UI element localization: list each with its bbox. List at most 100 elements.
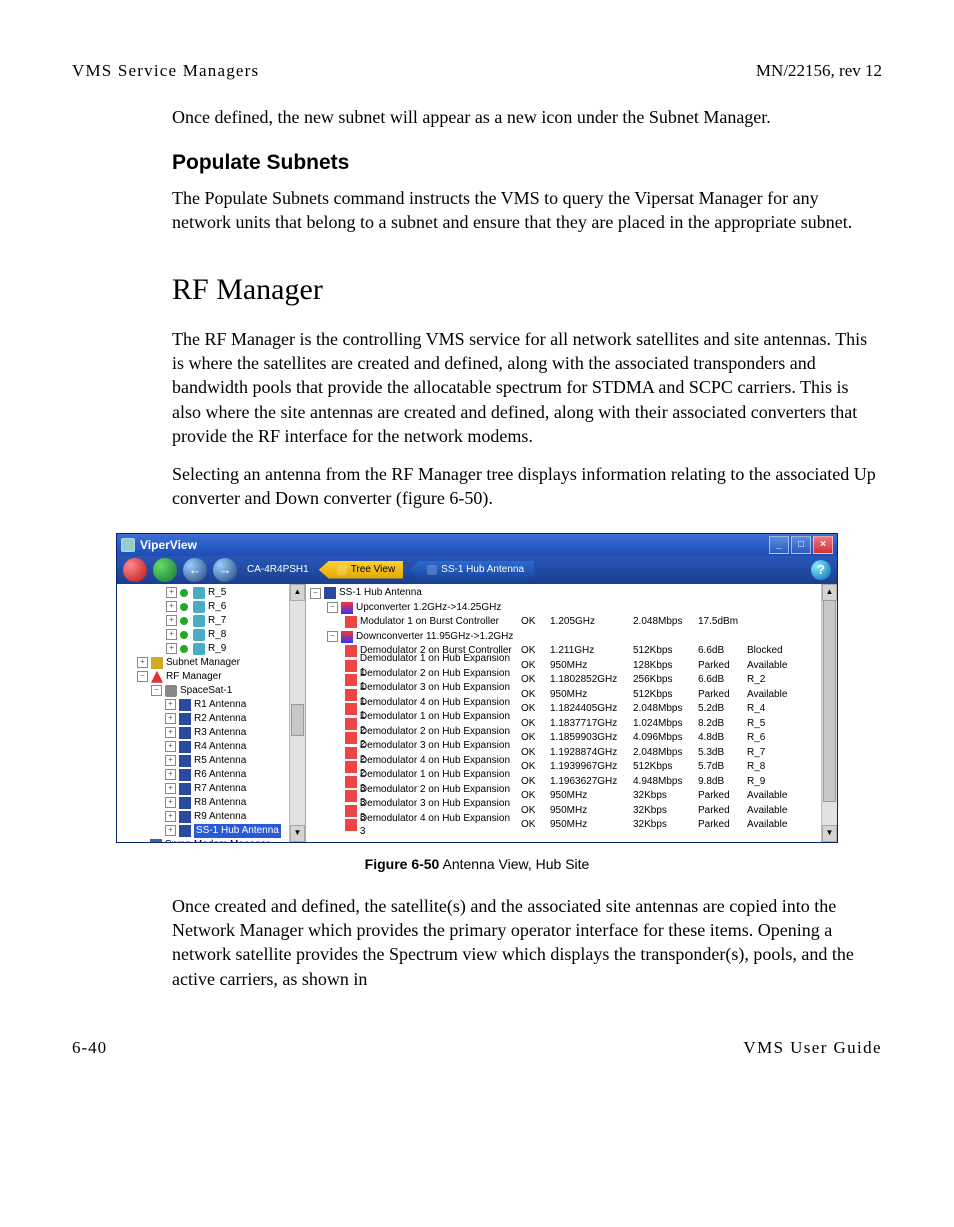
list-item-rate: 32Kbps xyxy=(633,789,695,803)
page-header: VMS Service Managers MN/22156, rev 12 xyxy=(72,60,882,83)
tree-label: R9 Antenna xyxy=(194,810,246,824)
tree-icon xyxy=(337,565,347,575)
toolbar-button-1[interactable] xyxy=(123,558,147,582)
expand-icon[interactable]: + xyxy=(165,825,176,836)
toolbar: ← → CA-4R4PSH1 Tree View SS-1 Hub Antenn… xyxy=(117,556,837,584)
collapse-icon[interactable]: − xyxy=(327,631,338,642)
tree-node-r7[interactable]: +R_7 xyxy=(119,614,305,628)
tree-node-r5-antenna[interactable]: +R5 Antenna xyxy=(119,754,305,768)
expand-icon[interactable]: + xyxy=(165,713,176,724)
expand-icon[interactable]: + xyxy=(166,587,177,598)
scroll-thumb[interactable] xyxy=(823,600,836,802)
list-item-status: OK xyxy=(521,688,547,702)
list-upconverter[interactable]: − Upconverter 1.2GHz->14.25GHz xyxy=(310,600,837,615)
expand-icon[interactable]: + xyxy=(165,769,176,780)
minimize-button[interactable]: _ xyxy=(769,536,789,554)
expand-icon[interactable]: + xyxy=(165,727,176,738)
collapse-icon[interactable]: − xyxy=(310,588,321,599)
status-dot-icon xyxy=(180,589,188,597)
antenna-icon xyxy=(179,811,191,823)
tree-node-r8[interactable]: +R_8 xyxy=(119,628,305,642)
antenna-icon xyxy=(179,769,191,781)
expand-icon[interactable]: + xyxy=(166,643,177,654)
back-button[interactable]: ← xyxy=(183,558,207,582)
list-item-rate: 512Kbps xyxy=(633,760,695,774)
scroll-thumb[interactable] xyxy=(291,704,304,736)
antenna-icon xyxy=(179,825,191,837)
scroll-up-icon[interactable]: ▲ xyxy=(290,584,305,601)
tree-node-subnet-manager[interactable]: + Subnet Manager xyxy=(119,656,305,670)
list-pane: − SS-1 Hub Antenna − Upconverter 1.2GHz-… xyxy=(306,584,837,842)
tree-node-r9[interactable]: +R_9 xyxy=(119,642,305,656)
list-scrollbar[interactable]: ▲ ▼ xyxy=(821,584,837,842)
tree-label: Subnet Manager xyxy=(166,656,240,670)
expand-icon[interactable]: + xyxy=(165,811,176,822)
breadcrumb-root[interactable]: CA-4R4PSH1 xyxy=(243,563,313,577)
tree-label: Snmp Modem Manager xyxy=(165,838,270,842)
list-item-status: OK xyxy=(521,760,547,774)
viperview-window: ViperView _ □ × ← → CA-4R4PSH1 Tree View… xyxy=(116,533,838,843)
list-item-status: OK xyxy=(521,775,547,789)
list-item-status: OK xyxy=(521,746,547,760)
antenna-icon xyxy=(179,727,191,739)
tree-label: RF Manager xyxy=(166,670,222,684)
list-item-rate: 1.024Mbps xyxy=(633,717,695,731)
breadcrumb-treeview[interactable]: Tree View xyxy=(319,561,403,579)
list-item-freq: 1.1939967GHz xyxy=(550,760,630,774)
tree-scrollbar[interactable]: ▲ ▼ xyxy=(289,584,305,842)
list-item-freq: 950MHz xyxy=(550,688,630,702)
breadcrumb-leaf[interactable]: SS-1 Hub Antenna xyxy=(409,561,534,579)
list-root[interactable]: − SS-1 Hub Antenna xyxy=(310,586,837,601)
list-item-db: 5.2dB xyxy=(698,702,744,716)
expand-icon[interactable]: + xyxy=(165,741,176,752)
collapse-icon[interactable]: − xyxy=(137,671,148,682)
scroll-down-icon[interactable]: ▼ xyxy=(290,825,305,842)
tree-node-spacesat-1[interactable]: −SpaceSat-1 xyxy=(119,684,305,698)
expand-icon[interactable]: + xyxy=(166,615,177,626)
rf-icon xyxy=(151,671,163,683)
window-titlebar[interactable]: ViperView _ □ × xyxy=(117,534,837,556)
list-downconverter[interactable]: − Downconverter 11.95GHz->1.2GHz xyxy=(310,629,837,644)
help-button[interactable]: ? xyxy=(811,560,831,580)
list-item-db: Parked xyxy=(698,804,744,818)
status-dot-icon xyxy=(180,617,188,625)
status-dot-icon xyxy=(180,631,188,639)
expand-icon[interactable]: + xyxy=(165,783,176,794)
forward-button[interactable]: → xyxy=(213,558,237,582)
figure-caption: Figure 6-50 Antenna View, Hub Site xyxy=(72,855,882,874)
toolbar-button-2[interactable] xyxy=(153,558,177,582)
tree-node-r2-antenna[interactable]: +R2 Antenna xyxy=(119,712,305,726)
expand-icon[interactable]: + xyxy=(165,755,176,766)
expand-icon[interactable]: + xyxy=(165,797,176,808)
tree-node-r6[interactable]: +R_6 xyxy=(119,600,305,614)
list-item-name: Modulator 1 on Burst Controller xyxy=(360,615,499,629)
tree-node-r6-antenna[interactable]: +R6 Antenna xyxy=(119,768,305,782)
tree-node-snmp-manager[interactable]: Snmp Modem Manager xyxy=(119,838,305,842)
tree-node-r4-antenna[interactable]: +R4 Antenna xyxy=(119,740,305,754)
tree-node-r7-antenna[interactable]: +R7 Antenna xyxy=(119,782,305,796)
tree-node-r3-antenna[interactable]: +R3 Antenna xyxy=(119,726,305,740)
collapse-icon[interactable]: − xyxy=(327,602,338,613)
list-item-alloc: Available xyxy=(747,688,803,702)
maximize-button[interactable]: □ xyxy=(791,536,811,554)
list-item[interactable]: Modulator 1 on Burst Controller OK 1.205… xyxy=(310,615,837,630)
tree-node-r8-antenna[interactable]: +R8 Antenna xyxy=(119,796,305,810)
list-item-status: OK xyxy=(521,615,547,629)
list-item-alloc: R_8 xyxy=(747,760,803,774)
tree-node-r1-antenna[interactable]: +R1 Antenna xyxy=(119,698,305,712)
expand-icon[interactable]: + xyxy=(166,601,177,612)
list-root-label: SS-1 Hub Antenna xyxy=(339,586,422,600)
expand-icon[interactable]: + xyxy=(165,699,176,710)
tree-node-rf-manager[interactable]: − RF Manager xyxy=(119,670,305,684)
list-item[interactable]: Demodulator 4 on Hub Expansion 3OK950MHz… xyxy=(310,818,837,833)
expand-icon[interactable]: + xyxy=(137,657,148,668)
expand-icon[interactable]: + xyxy=(166,629,177,640)
tree-node-hub-antenna[interactable]: +SS-1 Hub Antenna xyxy=(119,824,305,838)
tree-node-r5[interactable]: +R_5 xyxy=(119,586,305,600)
tree-node-r9-antenna[interactable]: + R9 Antenna xyxy=(119,810,305,824)
scroll-up-icon[interactable]: ▲ xyxy=(822,584,837,601)
collapse-icon[interactable]: − xyxy=(151,685,162,696)
close-button[interactable]: × xyxy=(813,536,833,554)
list-item-db: 17.5dBm xyxy=(698,615,744,629)
scroll-down-icon[interactable]: ▼ xyxy=(822,825,837,842)
